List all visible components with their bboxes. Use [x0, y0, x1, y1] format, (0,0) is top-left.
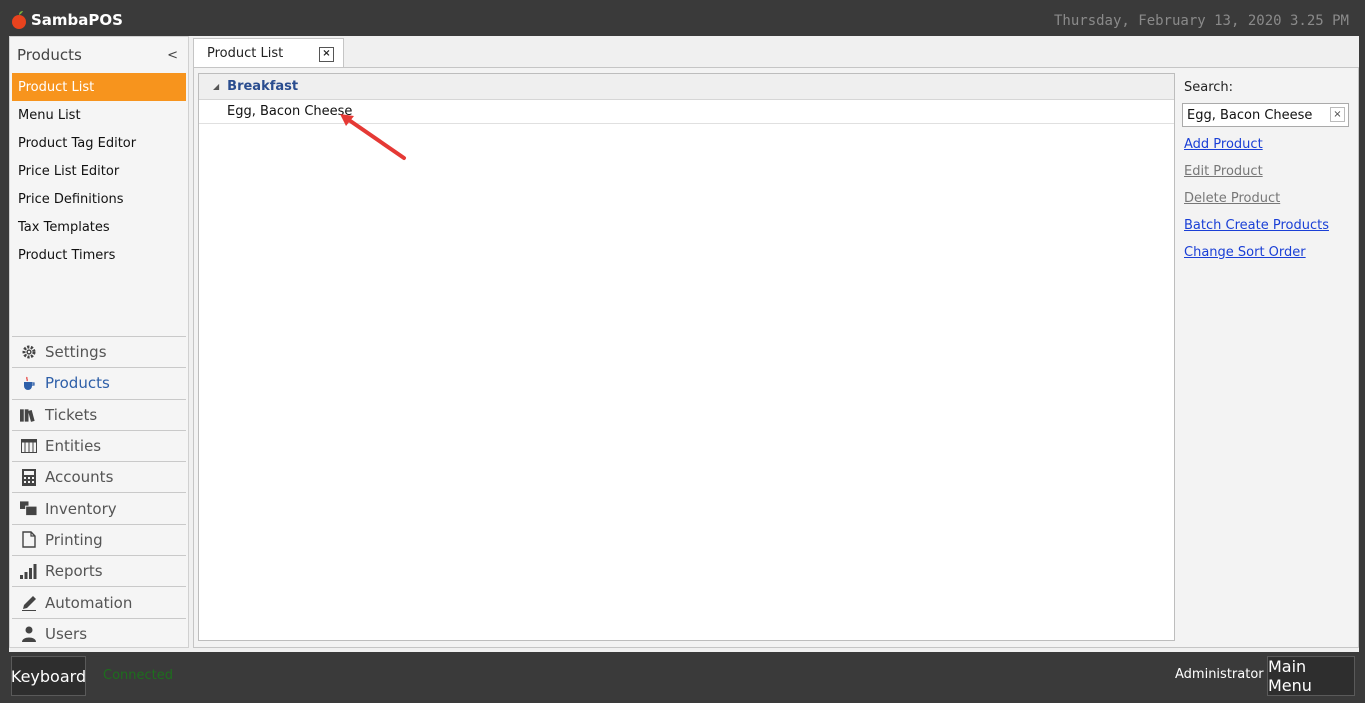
nav-label: Printing: [45, 530, 103, 549]
table-grid-icon: [20, 438, 37, 455]
edit-product-link[interactable]: Edit Product: [1184, 164, 1357, 181]
connection-status: Connected: [103, 668, 174, 683]
gear-icon: [20, 344, 37, 361]
nav-inventory[interactable]: Inventory: [12, 492, 186, 523]
sidebar-item-price-definitions[interactable]: Price Definitions: [10, 185, 188, 213]
calculator-icon: [20, 468, 37, 486]
tab-label: Product List: [207, 46, 284, 61]
tab-strip: Product List ×: [193, 36, 1359, 68]
nav-accounts[interactable]: Accounts: [12, 461, 186, 492]
action-panel: Search: Egg, Bacon Cheese × Add Product …: [1182, 80, 1357, 262]
keyboard-button[interactable]: Keyboard: [11, 656, 86, 696]
coffee-cup-icon: [20, 375, 37, 392]
bar-chart-icon: [20, 563, 37, 580]
sidebar: Products < Product List Menu List Produc…: [9, 36, 189, 648]
close-tab-button[interactable]: ×: [319, 47, 334, 62]
nav-printing[interactable]: Printing: [12, 523, 186, 555]
annotation-arrow: [340, 114, 406, 160]
batch-create-products-link[interactable]: Batch Create Products: [1184, 218, 1357, 235]
nav-entities[interactable]: Entities: [12, 429, 186, 461]
nav-label: Tickets: [45, 405, 98, 424]
search-value: Egg, Bacon Cheese: [1187, 107, 1313, 123]
app-logo: SambaPOS: [11, 9, 123, 31]
group-header-breakfast[interactable]: ◢ Breakfast: [199, 74, 1174, 100]
date-time: Thursday, February 13, 2020 3.25 PM: [1053, 13, 1349, 29]
main-menu-button[interactable]: Main Menu: [1267, 656, 1355, 696]
nav-label: Entities: [45, 437, 102, 456]
sidebar-item-product-tag-editor[interactable]: Product Tag Editor: [10, 129, 188, 157]
main-frame: Products < Product List Menu List Produc…: [9, 36, 1359, 652]
app-title: SambaPOS: [31, 11, 123, 29]
sidebar-item-tax-templates[interactable]: Tax Templates: [10, 213, 188, 241]
sidebar-item-product-list[interactable]: Product List: [12, 73, 186, 101]
samba-logo-icon: [12, 11, 26, 29]
tab-product-list[interactable]: Product List ×: [193, 38, 344, 68]
clear-search-button[interactable]: ×: [1330, 107, 1345, 122]
document-icon: [20, 531, 37, 549]
nav-label: Reports: [45, 562, 103, 581]
nav-reports[interactable]: Reports: [12, 555, 186, 586]
user-icon: [20, 625, 37, 642]
add-product-link[interactable]: Add Product: [1184, 137, 1357, 154]
collapse-triangle-icon[interactable]: ◢: [213, 82, 219, 91]
nav-label: Accounts: [45, 468, 114, 487]
sidebar-title: Products: [17, 46, 82, 64]
nav-users[interactable]: Users: [12, 617, 186, 649]
search-input[interactable]: Egg, Bacon Cheese ×: [1182, 103, 1349, 127]
search-label: Search:: [1184, 80, 1234, 95]
nav-products[interactable]: Products: [12, 367, 186, 398]
collapse-sidebar-button[interactable]: <: [167, 48, 178, 63]
sidebar-item-price-list-editor[interactable]: Price List Editor: [10, 157, 188, 185]
delete-product-link[interactable]: Delete Product: [1184, 191, 1357, 208]
nav-label: Products: [45, 374, 110, 393]
group-label: Breakfast: [227, 79, 299, 94]
boxes-icon: [20, 500, 37, 517]
sidebar-header: Products <: [10, 37, 188, 73]
title-bar: SambaPOS Thursday, February 13, 2020 3.2…: [0, 0, 1365, 36]
status-bar: Keyboard Connected Administrator Main Me…: [0, 652, 1365, 703]
nav-automation[interactable]: Automation: [12, 586, 186, 617]
nav-label: Settings: [45, 343, 107, 362]
nav-label: Automation: [45, 593, 133, 612]
pen-icon: [20, 594, 37, 611]
books-icon: [20, 406, 37, 423]
nav-label: Inventory: [45, 499, 117, 518]
change-sort-order-link[interactable]: Change Sort Order: [1184, 245, 1357, 262]
nav-label: Users: [45, 624, 88, 643]
current-user: Administrator: [1175, 667, 1264, 682]
module-nav: Settings Products Tickets Entities Accou…: [10, 336, 188, 649]
sidebar-item-product-timers[interactable]: Product Timers: [10, 241, 188, 269]
nav-tickets[interactable]: Tickets: [12, 398, 186, 430]
sidebar-item-menu-list[interactable]: Menu List: [10, 101, 188, 129]
nav-settings[interactable]: Settings: [12, 336, 186, 367]
